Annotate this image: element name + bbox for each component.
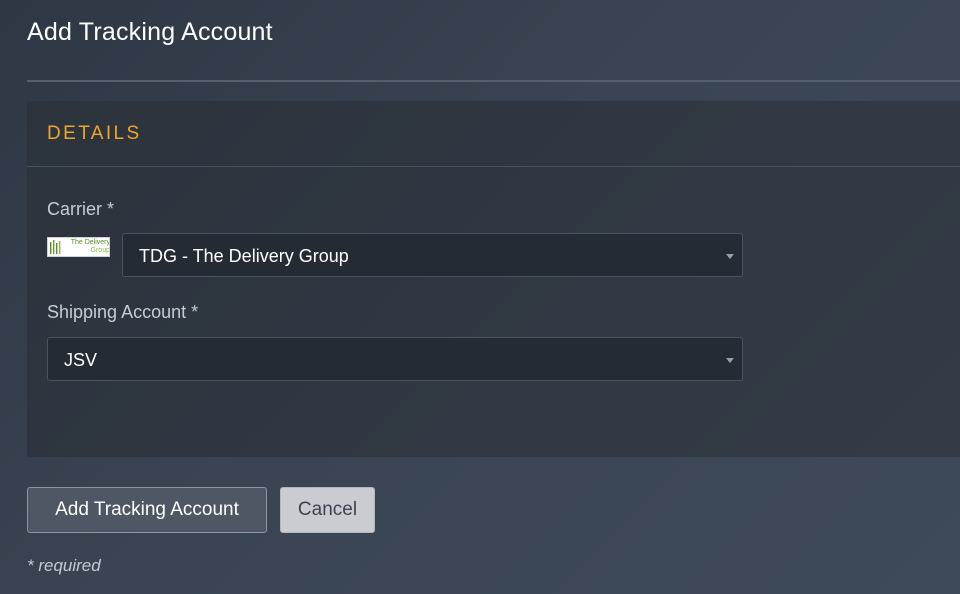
- page-title: Add Tracking Account: [27, 18, 273, 46]
- shipping-account-select-value: JSV: [64, 350, 98, 370]
- cancel-button[interactable]: Cancel: [280, 487, 375, 533]
- shipping-account-select[interactable]: JSV: [47, 337, 743, 381]
- carrier-label: Carrier *: [47, 199, 115, 219]
- chevron-down-icon: [726, 254, 734, 259]
- chevron-down-icon: [726, 358, 734, 363]
- carrier-logo-mark-icon: [50, 240, 61, 254]
- details-panel: DETAILS Carrier * The Delivery Group TDG…: [27, 101, 960, 457]
- title-divider: [27, 80, 960, 82]
- required-note: * required: [27, 556, 101, 575]
- carrier-select[interactable]: TDG - The Delivery Group: [122, 233, 743, 277]
- carrier-logo: The Delivery Group: [47, 237, 110, 257]
- details-heading: DETAILS: [47, 123, 142, 144]
- add-tracking-account-button[interactable]: Add Tracking Account: [27, 487, 267, 533]
- carrier-logo-text: The Delivery Group: [62, 239, 110, 255]
- section-divider: [27, 166, 960, 167]
- logo-text-line1: The Delivery: [70, 239, 110, 246]
- carrier-select-value: TDG - The Delivery Group: [139, 246, 349, 266]
- logo-text-line2: Group: [90, 247, 110, 254]
- shipping-account-label: Shipping Account *: [47, 302, 199, 322]
